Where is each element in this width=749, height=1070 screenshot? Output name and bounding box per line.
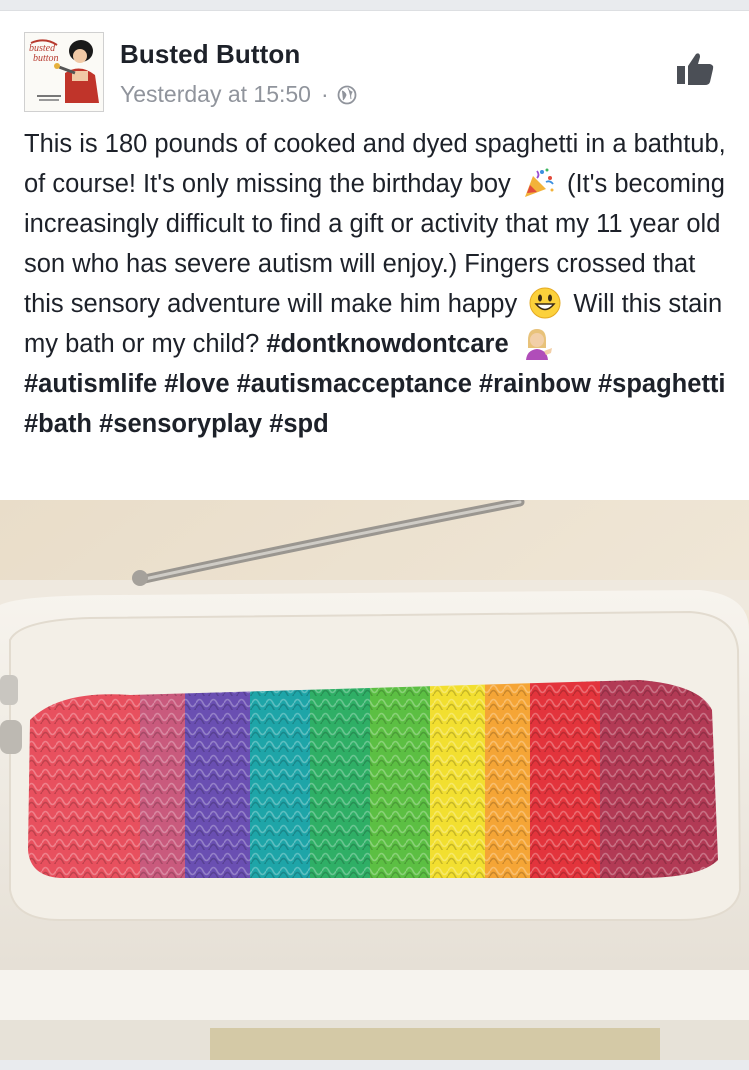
meta-separator: · bbox=[320, 81, 329, 107]
post-header: busted button Busted Button Yesterday at… bbox=[24, 32, 724, 112]
svg-text:button: button bbox=[33, 53, 59, 64]
hashtags[interactable]: #autismlife #love #autismacceptance #rai… bbox=[24, 370, 726, 438]
author-name[interactable]: Busted Button bbox=[120, 39, 300, 70]
rainbow-spaghetti-bathtub-photo bbox=[0, 500, 749, 1060]
woman-tipping-hand-icon bbox=[525, 329, 552, 360]
busted-button-logo-icon: busted button bbox=[25, 33, 103, 111]
post-timestamp[interactable]: Yesterday at 15:50 bbox=[120, 81, 311, 108]
party-popper-icon bbox=[524, 168, 554, 197]
like-button[interactable] bbox=[674, 48, 716, 90]
hashtag-link[interactable]: #dontknowdontcare bbox=[266, 330, 508, 358]
post-photo[interactable] bbox=[0, 500, 749, 1060]
post-meta: Yesterday at 15:50 · bbox=[120, 81, 357, 108]
avatar[interactable]: busted button bbox=[24, 32, 104, 112]
feed-top-divider bbox=[0, 0, 749, 11]
thumbs-up-icon bbox=[677, 53, 714, 85]
globe-icon bbox=[337, 85, 357, 104]
post-message: This is 180 pounds of cooked and dyed sp… bbox=[24, 124, 729, 444]
grinning-face-icon bbox=[529, 287, 561, 319]
feed-bottom-divider bbox=[0, 1060, 749, 1070]
